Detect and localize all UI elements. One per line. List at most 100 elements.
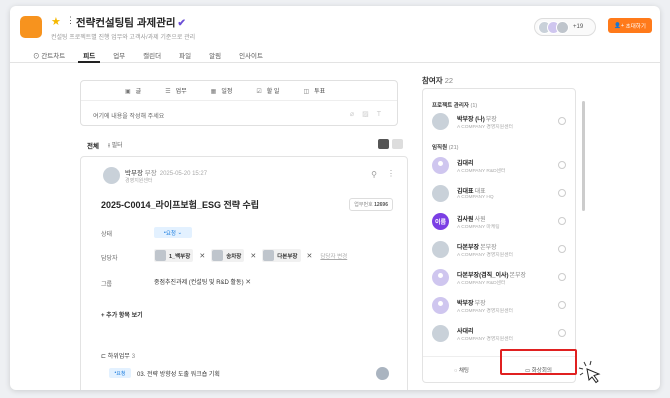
- avatar: [432, 185, 449, 202]
- chat-icon[interactable]: [558, 217, 566, 225]
- post-type-todo[interactable]: ☑ 할 일: [256, 86, 279, 95]
- avatar: [212, 250, 224, 261]
- subtask-title: 03. 전략 방향성 도출 워크숍 기획: [137, 371, 220, 378]
- post-author: 박부장 부장 2025-05-20 15:27: [125, 170, 208, 177]
- post-type-selector: ▣ 글 ☰ 업무 ▦ 일정 ☑ 할 일 ◫ 투표: [81, 81, 397, 101]
- feed-filter-bar: 전체 ⫲ 필터: [80, 139, 408, 151]
- participant-item[interactable]: 다본부장(겸직_이사)본부장 A COMPANY R&D센터: [432, 269, 566, 287]
- chat-icon[interactable]: [558, 189, 566, 197]
- pin-icon[interactable]: ⚲: [371, 170, 377, 179]
- post-type-vote[interactable]: ◫ 투표: [303, 86, 325, 95]
- tab-calendar[interactable]: 캘린더: [134, 47, 170, 62]
- project-subtitle: 컨설팅 프로젝트별 진행 업무와 고객사/과제 기준으로 관리: [51, 35, 196, 41]
- attach-icon[interactable]: ⌀: [350, 111, 362, 118]
- post-type-text[interactable]: ▣ 글: [125, 86, 141, 95]
- assignee-label: 담당자: [101, 256, 118, 262]
- tab-gantt[interactable]: ⊙ 간트차트: [24, 47, 74, 62]
- participant-item[interactable]: 박부장 (나)부장 A COMPANY 경영지원센터: [432, 113, 566, 131]
- remove-group-icon[interactable]: ✕: [245, 279, 251, 286]
- chat-icon[interactable]: [558, 329, 566, 337]
- avatar: [432, 269, 449, 286]
- post-composer: ▣ 글 ☰ 업무 ▦ 일정 ☑ 할 일 ◫ 투표 여기에 내용을 작성해 주세요 ⌀▨T: [80, 80, 398, 126]
- employees-section-label: 임직원 (21): [432, 145, 459, 151]
- participant-item[interactable]: 이름 김사원사원 A COMPANY 마케팅: [432, 213, 566, 231]
- subtask-row[interactable]: • 요청 03. 전략 방향성 도출 워크숍 기획: [101, 365, 389, 381]
- chat-icon[interactable]: [558, 117, 566, 125]
- click-cursor-icon: [578, 360, 601, 384]
- avatar: [432, 157, 449, 174]
- tab-notifications[interactable]: 알림: [200, 47, 230, 62]
- project-menu-icon[interactable]: ⋮: [66, 15, 75, 26]
- composer-tools: ⌀▨T: [350, 110, 389, 118]
- tab-files[interactable]: 파일: [170, 47, 200, 62]
- participant-item[interactable]: 김대리 A COMPANY R&D센터: [432, 157, 566, 175]
- participant-item[interactable]: 박부장부장 A COMPANY 경영지원센터: [432, 297, 566, 315]
- avatar: [432, 297, 449, 314]
- status-label: 상태: [101, 232, 113, 238]
- subtask-status-badge: • 요청: [109, 368, 131, 378]
- group-label: 그룹: [101, 282, 113, 288]
- participant-item[interactable]: 다본부장본부장 A COMPANY 경영지원센터: [432, 241, 566, 259]
- filter-button[interactable]: ⫲ 필터: [108, 140, 123, 150]
- post-more-icon[interactable]: ⋮: [387, 169, 395, 178]
- member-count: +19: [573, 24, 584, 30]
- member-avatar: [556, 20, 569, 34]
- tab-tasks[interactable]: 업무: [104, 47, 134, 62]
- participants-title: 참여자 22: [422, 76, 454, 85]
- post-type-schedule[interactable]: ▦ 일정: [211, 86, 233, 95]
- participants-scrollbar[interactable]: [582, 101, 585, 211]
- avatar: [432, 241, 449, 258]
- post-type-task[interactable]: ☰ 업무: [165, 86, 186, 95]
- participant-item[interactable]: 사대리 A COMPANY 경영지원센터: [432, 325, 566, 343]
- chat-icon[interactable]: [558, 245, 566, 253]
- video-meeting-highlight: [500, 349, 577, 375]
- post-input[interactable]: 여기에 내용을 작성해 주세요: [93, 111, 164, 120]
- text-icon: ▣: [125, 89, 131, 95]
- app-window: ★ ⋮ 전략컨설팅팀 과제관리 ✔ 컨설팅 프로젝트별 진행 업무와 고객사/과제…: [10, 6, 660, 390]
- assignee-chip: 송차장: [211, 249, 245, 262]
- calendar-icon: ▦: [210, 89, 217, 95]
- subtasks-header: ⊏ 하위업무 3: [101, 354, 136, 360]
- tab-insights[interactable]: 인사이트: [230, 47, 272, 62]
- change-assignee-link[interactable]: 담당자 변경: [320, 252, 347, 260]
- task-icon: ☰: [165, 89, 171, 95]
- remove-assignee-icon[interactable]: ✕: [307, 252, 313, 260]
- avatar: [432, 113, 449, 130]
- avatar: [155, 250, 166, 261]
- verified-check-icon: ✔: [177, 18, 186, 29]
- remove-assignee-icon[interactable]: ✕: [199, 252, 205, 260]
- post-author-org: 경영지원센터: [125, 178, 153, 184]
- show-more-fields-button[interactable]: + 추가 항목 보기: [101, 310, 143, 319]
- chat-icon[interactable]: [558, 161, 566, 169]
- author-avatar[interactable]: [103, 167, 120, 184]
- invite-button[interactable]: 👤+ 초대하기: [608, 18, 652, 33]
- remove-assignee-icon[interactable]: ✕: [250, 252, 256, 260]
- list-view-button[interactable]: [378, 139, 389, 149]
- feed-all-label: 전체: [87, 143, 99, 150]
- assignee-chip: 1_백부장: [154, 249, 194, 262]
- chat-button[interactable]: ◌ 채팅: [423, 366, 500, 374]
- favorite-star-icon[interactable]: ★: [51, 15, 61, 28]
- chat-icon[interactable]: [558, 301, 566, 309]
- group-value: 중점추진과제 (컨설팅 및 R&D 활동) ✕: [154, 279, 252, 286]
- tab-bar: ⊙ 간트차트 피드 업무 캘린더 파일 알림 인사이트: [10, 47, 660, 63]
- chat-icon[interactable]: [558, 273, 566, 281]
- post-date: 2025-05-20 15:27: [159, 171, 208, 177]
- avatar: 이름: [432, 213, 449, 230]
- format-icon[interactable]: T: [377, 111, 389, 118]
- post-title: 2025-C0014_라이프보험_ESG 전략 수립: [101, 200, 260, 210]
- subtask-icon: ⊏: [101, 354, 108, 360]
- checkbox-icon: ☑: [256, 89, 262, 95]
- avatar: [263, 250, 275, 261]
- assignee-chip: 다본부장: [262, 249, 301, 262]
- member-avatars[interactable]: +19: [534, 18, 596, 36]
- card-view-button[interactable]: [392, 139, 403, 149]
- chevron-down-icon: ⌄: [177, 229, 183, 236]
- vote-icon: ◫: [303, 89, 310, 95]
- tab-feed[interactable]: 피드: [74, 47, 104, 63]
- status-dropdown[interactable]: • 요청 ⌄: [154, 227, 192, 238]
- subtask-assignee-avatar: [376, 367, 389, 380]
- avatar: [432, 325, 449, 342]
- participant-item[interactable]: 김대표대표 A COMPANY HQ: [432, 185, 566, 203]
- image-icon[interactable]: ▨: [362, 111, 377, 118]
